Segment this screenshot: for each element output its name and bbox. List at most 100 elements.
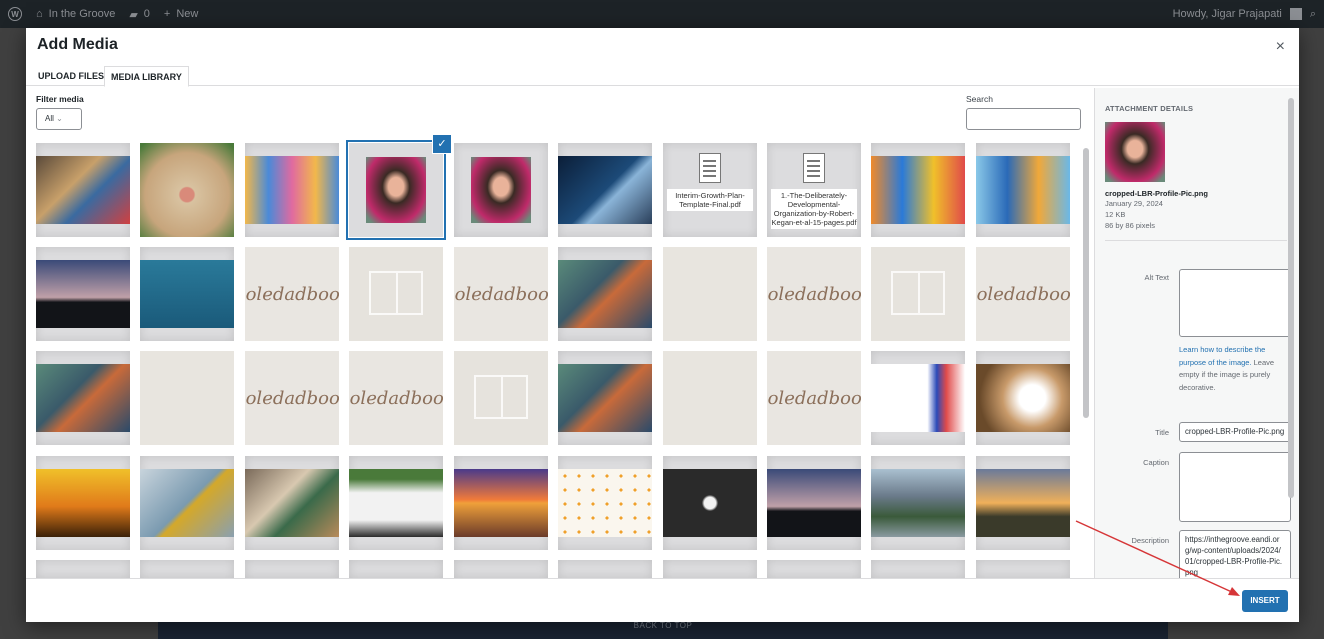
- media-item[interactable]: [663, 351, 757, 445]
- book-placeholder-thumbnail: [454, 351, 548, 445]
- comment-icon: ▰: [129, 8, 138, 21]
- media-item[interactable]: [558, 456, 652, 550]
- media-item[interactable]: [871, 143, 965, 237]
- media-item[interactable]: [558, 351, 652, 445]
- title-field[interactable]: cropped-LBR-Profile-Pic.png: [1179, 422, 1291, 442]
- media-item[interactable]: [871, 351, 965, 445]
- media-item[interactable]: [140, 247, 234, 341]
- divider: [1105, 240, 1287, 241]
- media-item[interactable]: [454, 143, 548, 237]
- media-item[interactable]: 1.-The-Deliberately-Developmental-Organi…: [767, 143, 861, 237]
- media-item[interactable]: Interim-Growth-Plan-Template-Final.pdf: [663, 143, 757, 237]
- insert-button[interactable]: INSERT: [1242, 590, 1288, 612]
- dog-face-thumbnail: [140, 143, 234, 237]
- media-item[interactable]: [245, 560, 339, 578]
- filter-media-select[interactable]: All ⌄: [36, 108, 82, 130]
- media-item[interactable]: [976, 560, 1070, 578]
- details-scrollbar[interactable]: [1288, 98, 1294, 498]
- media-item[interactable]: [454, 456, 548, 550]
- media-item[interactable]: [454, 560, 548, 578]
- filter-media-label: Filter media: [36, 94, 84, 104]
- media-item[interactable]: [140, 456, 234, 550]
- alt-text-help-link[interactable]: Learn how to describe the purpose of the…: [1179, 345, 1265, 367]
- comments-link[interactable]: ▰ 0: [129, 8, 150, 21]
- search-icon[interactable]: ⌕: [1310, 8, 1316, 21]
- media-item[interactable]: Soledadbook: [767, 247, 861, 341]
- media-item[interactable]: [454, 351, 548, 445]
- checkmark-icon[interactable]: ✓: [433, 135, 451, 153]
- media-item[interactable]: [140, 351, 234, 445]
- team-meeting-table-thumbnail: [245, 469, 339, 537]
- flower-banner-thumbnail: [245, 156, 339, 224]
- media-item[interactable]: [767, 456, 861, 550]
- dusk-hill-thumbnail: [767, 469, 861, 537]
- media-item[interactable]: Soledadbook: [976, 247, 1070, 341]
- alt-text-field[interactable]: [1179, 269, 1291, 337]
- media-item[interactable]: [349, 456, 443, 550]
- media-item[interactable]: [663, 560, 757, 578]
- banner-strip-thumbnail: [871, 364, 965, 432]
- attachment-details-heading: ATTACHMENT DETAILS: [1105, 104, 1194, 113]
- avatar[interactable]: [1289, 8, 1302, 20]
- tab-media-library[interactable]: MEDIA LIBRARY: [104, 66, 189, 87]
- media-item[interactable]: [349, 560, 443, 578]
- media-thumbnail-text: Soledadbook: [767, 351, 861, 445]
- media-item[interactable]: [871, 560, 965, 578]
- media-item[interactable]: [245, 143, 339, 237]
- reading-on-floor-thumbnail: [36, 364, 130, 432]
- media-item[interactable]: [558, 143, 652, 237]
- media-item[interactable]: [871, 247, 965, 341]
- media-item[interactable]: Soledadbook: [767, 351, 861, 445]
- new-content-link[interactable]: + New: [164, 8, 198, 20]
- attachment-filename: cropped-LBR-Profile-Pic.png: [1105, 189, 1208, 198]
- alt-text-label: Alt Text: [1144, 273, 1169, 282]
- media-item[interactable]: [36, 351, 130, 445]
- media-item[interactable]: [976, 143, 1070, 237]
- media-item[interactable]: [349, 247, 443, 341]
- media-item[interactable]: [976, 456, 1070, 550]
- media-filename: Interim-Growth-Plan-Template-Final.pdf: [667, 189, 753, 211]
- media-item[interactable]: [663, 456, 757, 550]
- in-the-groove-banner-blue-thumbnail: [976, 156, 1070, 224]
- library-scroll-thumb[interactable]: [1083, 148, 1089, 418]
- reading-on-floor-thumbnail: [558, 260, 652, 328]
- media-item[interactable]: [663, 247, 757, 341]
- media-item[interactable]: Soledadbook: [245, 351, 339, 445]
- close-icon[interactable]: ×: [1276, 38, 1285, 56]
- media-item[interactable]: [36, 143, 130, 237]
- tab-upload-files[interactable]: UPLOAD FILES: [32, 66, 110, 87]
- search-input[interactable]: [966, 108, 1081, 130]
- media-item[interactable]: Soledadbook: [245, 247, 339, 341]
- feedback-letters-thumbnail: [36, 156, 130, 224]
- media-item[interactable]: [558, 247, 652, 341]
- reading-on-floor-thumbnail: [558, 364, 652, 432]
- media-item[interactable]: [558, 560, 652, 578]
- wordpress-logo-icon[interactable]: W: [8, 7, 22, 21]
- caption-field[interactable]: [1179, 452, 1291, 522]
- media-item[interactable]: [976, 351, 1070, 445]
- lightbulb-mindmap-thumbnail: [663, 469, 757, 537]
- media-item[interactable]: [36, 456, 130, 550]
- site-name-link[interactable]: ⌂ In the Groove: [36, 8, 115, 20]
- admin-bar: W ⌂ In the Groove ▰ 0 + New Howdy, Jigar Pr…: [0, 0, 1324, 28]
- media-item[interactable]: [36, 247, 130, 341]
- description-field[interactable]: https://inthegroove.eandi.org/wp-content…: [1179, 530, 1291, 578]
- media-item[interactable]: [767, 560, 861, 578]
- media-item[interactable]: [36, 560, 130, 578]
- media-item[interactable]: [140, 560, 234, 578]
- business-growth-thumbnail: [558, 156, 652, 224]
- media-item[interactable]: [140, 143, 234, 237]
- attachment-thumbnail: [1105, 122, 1165, 182]
- title-label: Title: [1155, 428, 1169, 437]
- media-thumbnail-text: Soledadbook: [349, 351, 443, 445]
- media-item[interactable]: [871, 456, 965, 550]
- media-item[interactable]: Soledadbook: [454, 247, 548, 341]
- media-item[interactable]: [245, 456, 339, 550]
- book-placeholder-thumbnail: [349, 247, 443, 341]
- media-item[interactable]: [349, 143, 443, 237]
- account-greeting[interactable]: Howdy, Jigar Prajapati: [1173, 8, 1282, 20]
- media-item[interactable]: Soledadbook: [349, 351, 443, 445]
- book-placeholder-thumbnail: [871, 247, 965, 341]
- media-filename: 1.-The-Deliberately-Developmental-Organi…: [771, 189, 857, 229]
- document-icon: [699, 153, 721, 183]
